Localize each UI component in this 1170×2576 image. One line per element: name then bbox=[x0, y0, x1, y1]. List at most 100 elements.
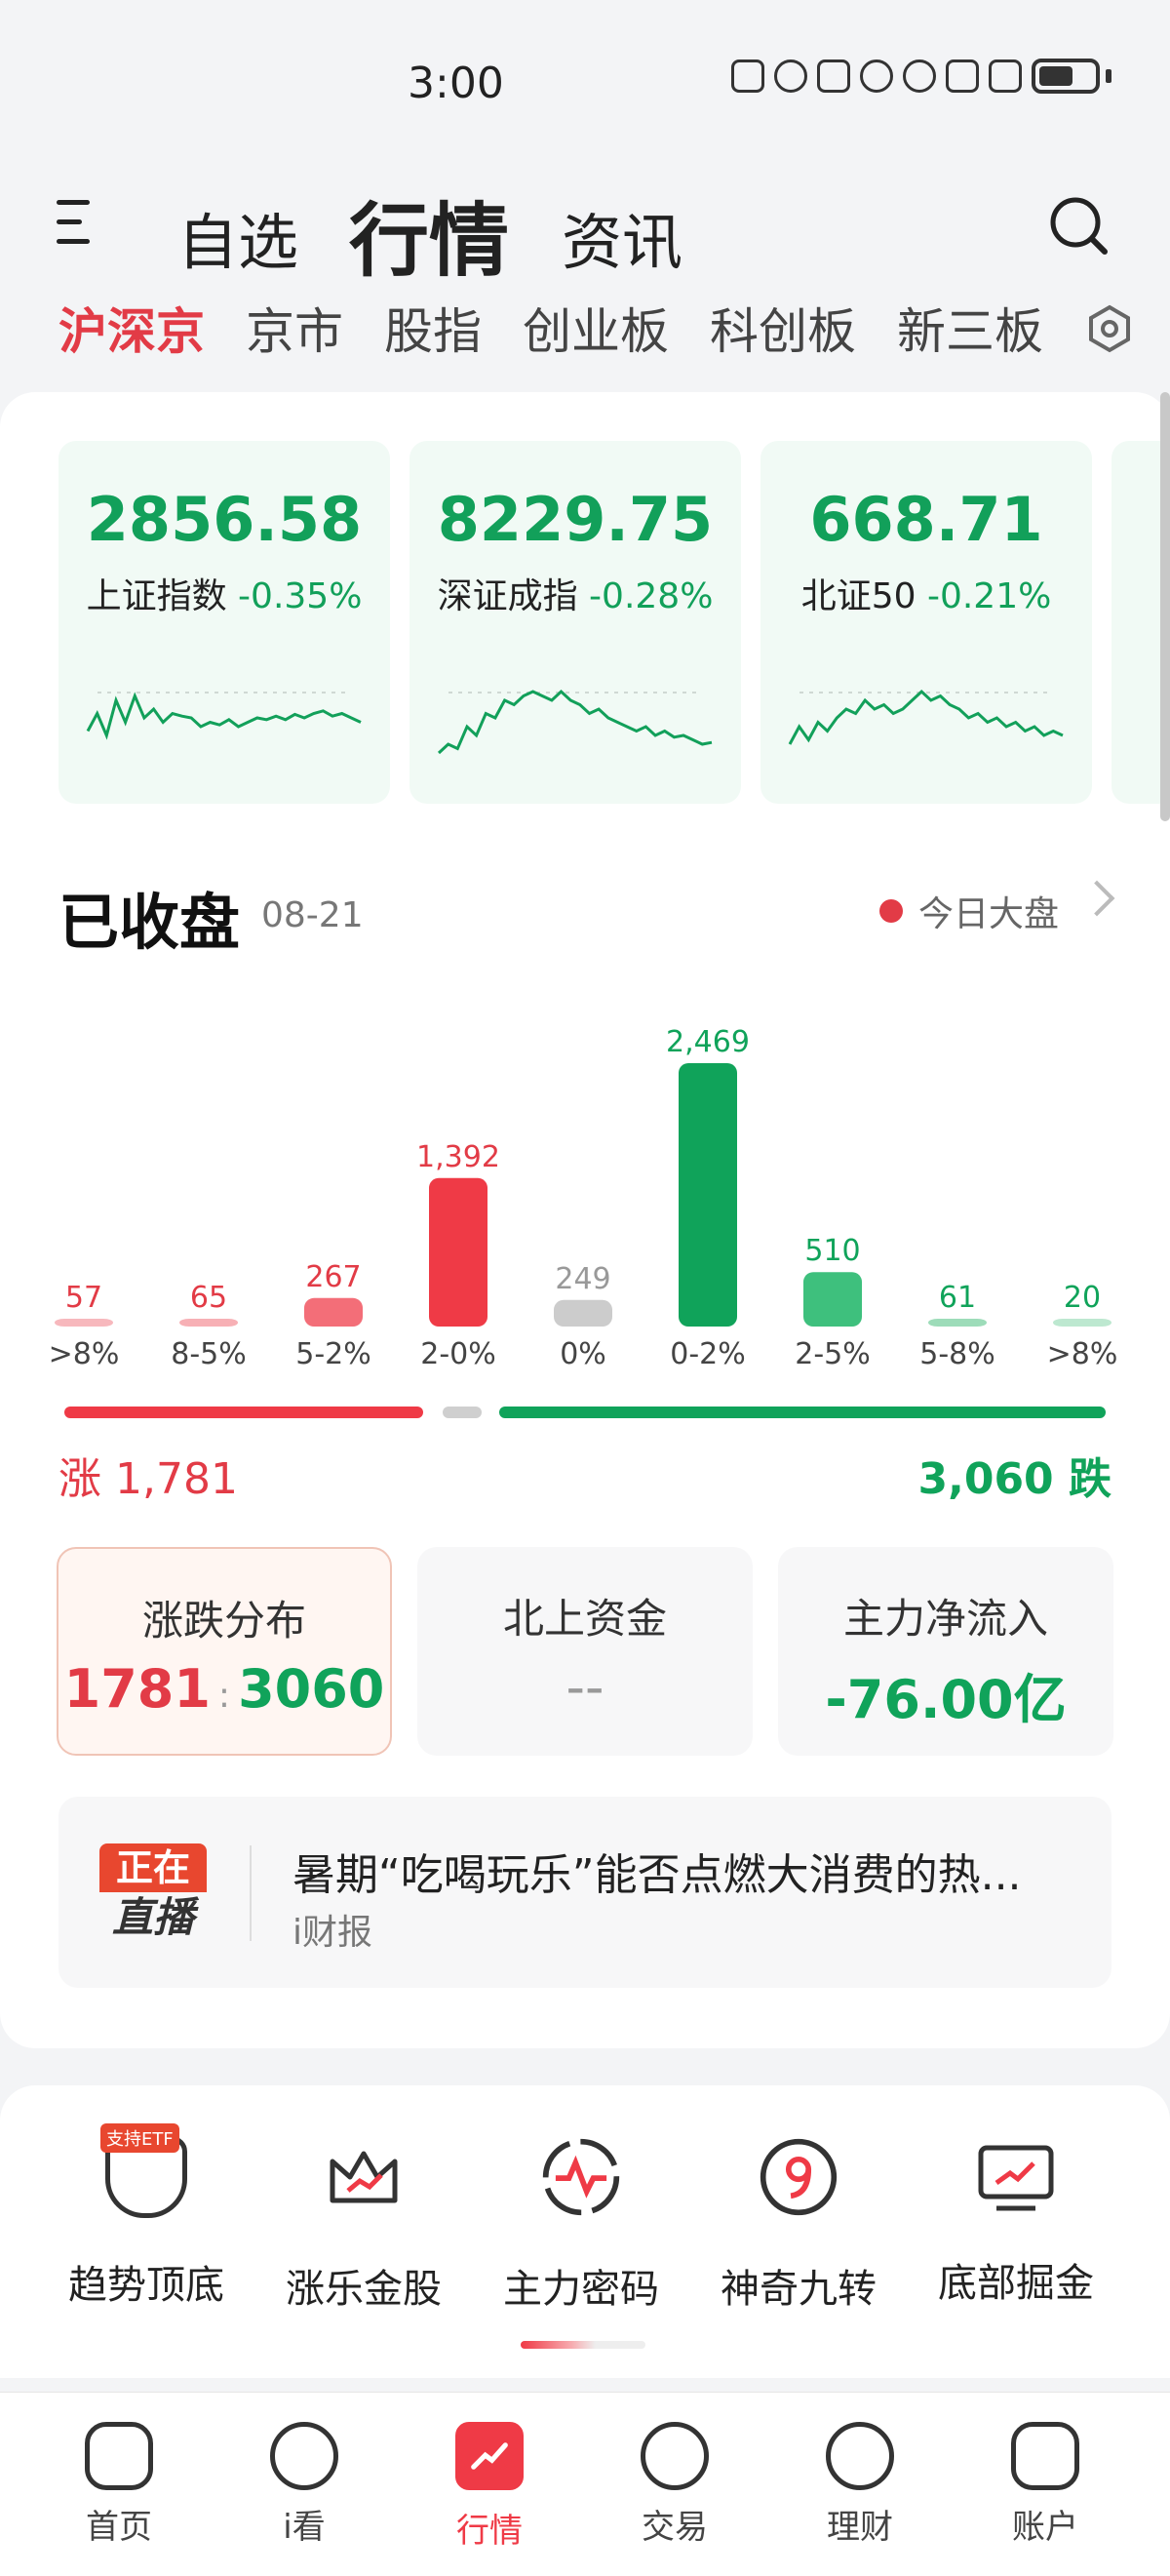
fall-count: 3,060 跌 bbox=[917, 1454, 1112, 1504]
rise-fall-distribution-chart[interactable]: 57 >8% 65 8-5% 267 5-2% 1,392 2-0% 249 0% 2,469 0-2… bbox=[0, 995, 1170, 1385]
tool-golden-stocks[interactable]: 涨乐金股 bbox=[266, 2136, 461, 2314]
flat-bar bbox=[443, 1407, 482, 1418]
signal-4g-icon bbox=[989, 59, 1022, 93]
bar-category-label: 5-2% bbox=[295, 1337, 371, 1371]
stat-title: 北上资金 bbox=[502, 1595, 667, 1643]
bar-value-label: 65 bbox=[190, 1281, 227, 1315]
diamond-icon bbox=[826, 2422, 894, 2490]
today-market-link[interactable]: 今日大盘 bbox=[879, 886, 1059, 936]
index-card-sh[interactable]: 2856.58 上证指数 -0.35% bbox=[58, 441, 390, 804]
index-label: 深证成指 -0.28% bbox=[437, 576, 714, 616]
tab-market[interactable]: 行情 bbox=[349, 176, 509, 292]
index-sparkline bbox=[437, 689, 713, 755]
live-source: i财报 bbox=[292, 1913, 373, 1953]
status-icons bbox=[731, 59, 1112, 94]
monitor-chart-icon bbox=[978, 2145, 1054, 2211]
mute-icon bbox=[860, 59, 893, 93]
market-date: 08-21 bbox=[261, 895, 364, 935]
bottom-nav-trade[interactable]: 交易 bbox=[606, 2422, 743, 2548]
bar-category-label: 0-2% bbox=[670, 1337, 746, 1371]
sparkline-path bbox=[788, 689, 1064, 745]
stat-title: 主力净流入 bbox=[842, 1595, 1048, 1643]
nine-circle-icon bbox=[760, 2138, 838, 2216]
market-tab-star[interactable]: 科创板 bbox=[710, 293, 856, 363]
bluetooth-icon bbox=[817, 59, 850, 93]
index-card-bj50[interactable]: 668.71 北证50 -0.21% bbox=[760, 441, 1092, 804]
account-icon bbox=[1011, 2422, 1079, 2490]
index-sparkline bbox=[86, 692, 362, 740]
pulse-circle-icon bbox=[542, 2138, 620, 2216]
tab-watchlist[interactable]: 自选 bbox=[177, 193, 298, 281]
market-tab-neeq[interactable]: 新三板 bbox=[897, 293, 1043, 363]
settings-icon[interactable] bbox=[1085, 304, 1134, 353]
alarm-icon bbox=[774, 59, 807, 93]
northbound-funds-button[interactable]: 北上资金 -- bbox=[417, 1547, 753, 1756]
market-tab-bj[interactable]: 京市 bbox=[246, 293, 343, 363]
tool-main-force-code[interactable]: 主力密码 bbox=[484, 2136, 679, 2314]
rise-bar bbox=[64, 1407, 423, 1418]
play-icon bbox=[270, 2422, 338, 2490]
index-value: 668.71 bbox=[809, 484, 1043, 555]
bar-value-label: 61 bbox=[939, 1281, 976, 1315]
bar-category-label: 8-5% bbox=[171, 1337, 247, 1371]
tools-page-indicator bbox=[521, 2341, 645, 2349]
bar-8 bbox=[1053, 1319, 1112, 1327]
battery-icon bbox=[1032, 59, 1100, 94]
market-tab-gem[interactable]: 创业板 bbox=[523, 293, 669, 363]
tool-trend-top-bottom[interactable]: 支持ETF 趋势顶底 bbox=[49, 2123, 244, 2310]
signal-5g-icon bbox=[946, 59, 979, 93]
tool-bottom-gold[interactable]: 底部掘金 bbox=[918, 2136, 1113, 2308]
bottom-nav-watch[interactable]: i看 bbox=[236, 2422, 372, 2548]
divider bbox=[250, 1845, 252, 1941]
stat-value: 1781:3060 bbox=[63, 1658, 385, 1720]
bar-category-label: 0% bbox=[560, 1337, 606, 1371]
bar-value-label: 57 bbox=[65, 1281, 102, 1315]
tool-magic-nine[interactable]: 神奇九转 bbox=[701, 2136, 896, 2314]
live-dot-icon bbox=[879, 899, 903, 923]
bar-category-label: >8% bbox=[1047, 1337, 1118, 1371]
index-label: 上证指数 -0.35% bbox=[86, 576, 363, 616]
bottom-nav-home[interactable]: 首页 bbox=[51, 2422, 187, 2548]
stat-value: -- bbox=[566, 1656, 604, 1718]
chart-icon bbox=[455, 2422, 524, 2490]
market-tab-hsj[interactable]: 沪深京 bbox=[58, 293, 205, 363]
live-title: 暑期“吃喝玩乐”能否点燃大消费的热... bbox=[292, 1850, 1022, 1900]
sparkline-path bbox=[86, 692, 362, 740]
tab-news[interactable]: 资讯 bbox=[562, 193, 682, 281]
battery-tip bbox=[1106, 69, 1112, 83]
bar-4 bbox=[554, 1299, 612, 1327]
bottom-nav-account[interactable]: 账户 bbox=[977, 2422, 1113, 2548]
market-closed-title: 已收盘 bbox=[58, 887, 241, 958]
menu-icon[interactable] bbox=[57, 200, 99, 247]
bar-value-label: 2,469 bbox=[666, 1025, 750, 1059]
bar-7 bbox=[928, 1319, 987, 1327]
bar-3 bbox=[429, 1177, 488, 1327]
bottom-nav-wealth[interactable]: 理财 bbox=[792, 2422, 928, 2548]
search-icon[interactable] bbox=[1048, 195, 1109, 256]
bar-category-label: 2-0% bbox=[420, 1337, 496, 1371]
home-icon bbox=[85, 2422, 153, 2490]
index-card-sz[interactable]: 8229.75 深证成指 -0.28% bbox=[410, 441, 741, 804]
bar-category-label: 5-8% bbox=[919, 1337, 995, 1371]
bar-value-label: 249 bbox=[555, 1262, 610, 1296]
market-tab-index-futures[interactable]: 股指 bbox=[384, 293, 482, 363]
bar-value-label: 1,392 bbox=[416, 1140, 500, 1174]
bar-5 bbox=[679, 1063, 737, 1327]
bar-category-label: 2-5% bbox=[795, 1337, 871, 1371]
crown-icon bbox=[330, 2151, 398, 2203]
index-value: 8229.75 bbox=[437, 484, 714, 555]
bar-value-label: 20 bbox=[1064, 1281, 1101, 1315]
stat-title: 涨跌分布 bbox=[141, 1597, 306, 1645]
market-tabs: 沪深京 京市 股指 创业板 科创板 新三板 bbox=[58, 293, 1043, 363]
bar-2 bbox=[304, 1297, 363, 1327]
bar-0 bbox=[55, 1319, 113, 1327]
rise-fall-distribution-button[interactable]: 涨跌分布 1781:3060 bbox=[57, 1547, 392, 1756]
index-label: 北证50 -0.21% bbox=[800, 576, 1052, 616]
bottom-nav-market[interactable]: 行情 bbox=[421, 2422, 558, 2552]
index-sparkline bbox=[788, 689, 1064, 745]
bottom-nav: 首页 i看 行情 交易 理财 账户 bbox=[0, 2392, 1170, 2576]
main-net-inflow-button[interactable]: 主力净流入 -76.00亿 bbox=[778, 1547, 1113, 1756]
status-time: 3:00 bbox=[408, 59, 504, 108]
scrollbar[interactable] bbox=[1160, 392, 1170, 821]
live-broadcast-banner[interactable]: 正在 直播 暑期“吃喝玩乐”能否点燃大消费的热... i财报 bbox=[58, 1797, 1112, 1988]
